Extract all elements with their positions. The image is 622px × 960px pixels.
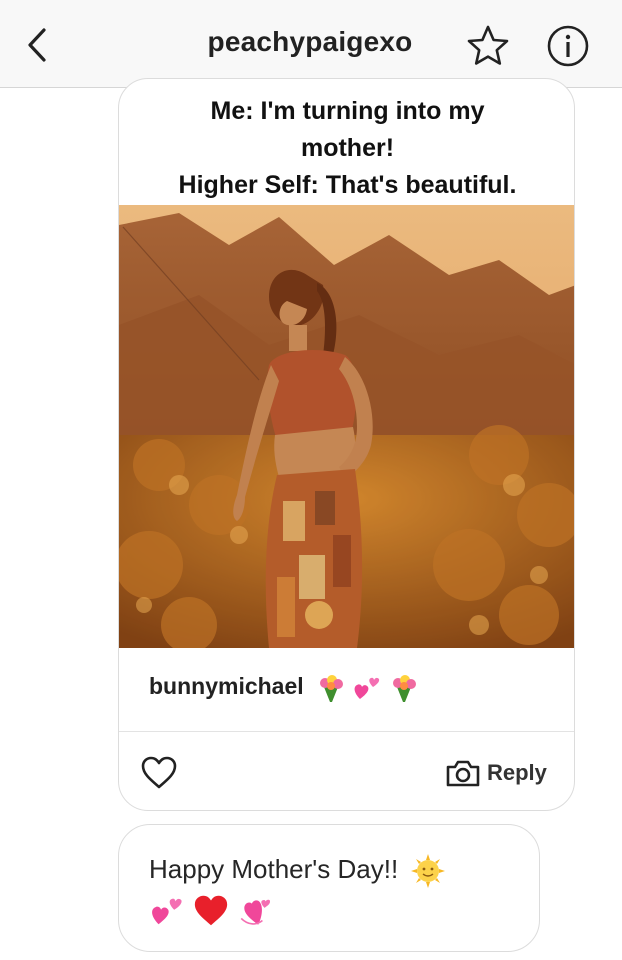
vintage-photo-woman-mountains <box>119 205 574 648</box>
shared-post-card[interactable]: Me: I'm turning into my mother! Higher S… <box>118 78 575 811</box>
message-bubble[interactable]: Happy Mother's Day!! <box>118 824 540 952</box>
post-photo[interactable] <box>119 205 574 648</box>
camera-icon <box>446 760 480 787</box>
chevron-left-icon[interactable] <box>22 26 56 64</box>
red-heart-icon <box>195 895 228 926</box>
post-caption: Me: I'm turning into my mother! Higher S… <box>119 93 574 204</box>
star-outline-icon[interactable] <box>466 24 510 66</box>
reply-button[interactable]: Reply <box>445 755 547 791</box>
author-username[interactable]: bunnymichael <box>149 673 304 699</box>
sun-with-face-icon <box>411 854 446 889</box>
conversation-username[interactable]: peachypaigexo <box>150 26 470 58</box>
card-divider <box>119 731 574 732</box>
conversation-header: peachypaigexo <box>0 0 622 88</box>
caption-line: mother! <box>300 134 395 162</box>
caption-line: Higher Self: That's beautiful. <box>178 171 517 199</box>
bouquet-icon <box>392 675 416 702</box>
post-author[interactable]: bunnymichael <box>149 673 419 703</box>
reply-label: Reply <box>487 760 547 785</box>
two-hearts-icon <box>355 677 380 699</box>
message-content: Happy Mother's Day!! <box>149 849 529 929</box>
caption-line: Me: I'm turning into my <box>210 97 485 125</box>
revolving-hearts-icon <box>241 899 271 925</box>
two-hearts-icon <box>152 898 182 925</box>
bouquet-icon <box>320 675 344 702</box>
info-circle-icon[interactable] <box>546 24 590 68</box>
message-text: Happy Mother's Day!! <box>149 854 399 884</box>
heart-outline-icon[interactable] <box>139 755 179 791</box>
